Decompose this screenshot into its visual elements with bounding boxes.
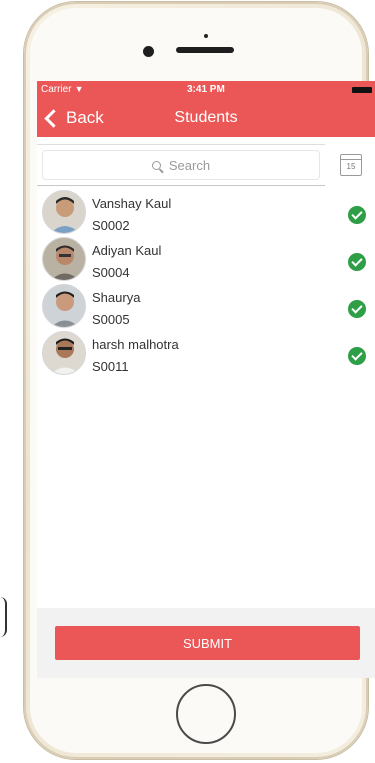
battery-icon bbox=[352, 87, 372, 93]
check-circle-icon[interactable] bbox=[348, 347, 366, 365]
avatar bbox=[42, 284, 86, 328]
student-id: S0004 bbox=[92, 265, 130, 280]
check-circle-icon[interactable] bbox=[348, 253, 366, 271]
app-screen: Carrier ▼ 3:41 PM Back Students Search 15… bbox=[37, 81, 375, 678]
wifi-icon: ▼ bbox=[74, 84, 84, 94]
avatar bbox=[42, 190, 86, 234]
footer: SUBMIT bbox=[37, 608, 375, 678]
carrier-text: Carrier bbox=[41, 84, 72, 95]
submit-button[interactable]: SUBMIT bbox=[55, 626, 360, 660]
front-camera bbox=[143, 46, 154, 57]
search-row: Search 15 bbox=[37, 144, 375, 188]
student-name: Adiyan Kaul bbox=[92, 243, 162, 258]
student-name: harsh malhotra bbox=[92, 337, 179, 352]
earpiece-speaker bbox=[176, 47, 234, 53]
frame-edge-mark bbox=[0, 597, 7, 637]
avatar bbox=[42, 331, 86, 375]
avatar bbox=[42, 237, 86, 281]
student-row[interactable]: Vanshay Kaul S0002 bbox=[37, 189, 375, 235]
search-divider-bottom bbox=[37, 185, 325, 186]
search-icon bbox=[151, 160, 161, 170]
carrier-label: Carrier ▼ bbox=[41, 84, 83, 95]
calendar-icon: 15 bbox=[346, 162, 356, 171]
student-name: Shaurya bbox=[92, 290, 141, 305]
student-row[interactable]: Adiyan Kaul S0004 bbox=[37, 236, 375, 282]
search-placeholder: Search bbox=[168, 157, 211, 173]
search-input[interactable]: Search bbox=[42, 150, 320, 180]
student-id: S0002 bbox=[92, 218, 130, 233]
check-circle-icon[interactable] bbox=[348, 206, 366, 224]
page-title: Students bbox=[174, 109, 238, 126]
proximity-sensor bbox=[204, 34, 208, 38]
navigation-bar: Back Students bbox=[37, 99, 375, 137]
search-divider-top bbox=[37, 144, 325, 145]
student-row[interactable]: harsh malhotra S0011 bbox=[37, 330, 375, 376]
student-name: Vanshay Kaul bbox=[92, 196, 172, 211]
student-id: S0011 bbox=[92, 359, 129, 374]
calendar-button[interactable]: 15 bbox=[340, 154, 362, 176]
student-id: S0005 bbox=[92, 312, 130, 327]
status-time: 3:41 PM bbox=[187, 84, 225, 95]
home-button[interactable] bbox=[176, 684, 236, 744]
check-circle-icon[interactable] bbox=[348, 300, 366, 318]
status-bar: Carrier ▼ 3:41 PM bbox=[37, 81, 375, 99]
student-row[interactable]: Shaurya S0005 bbox=[37, 283, 375, 329]
